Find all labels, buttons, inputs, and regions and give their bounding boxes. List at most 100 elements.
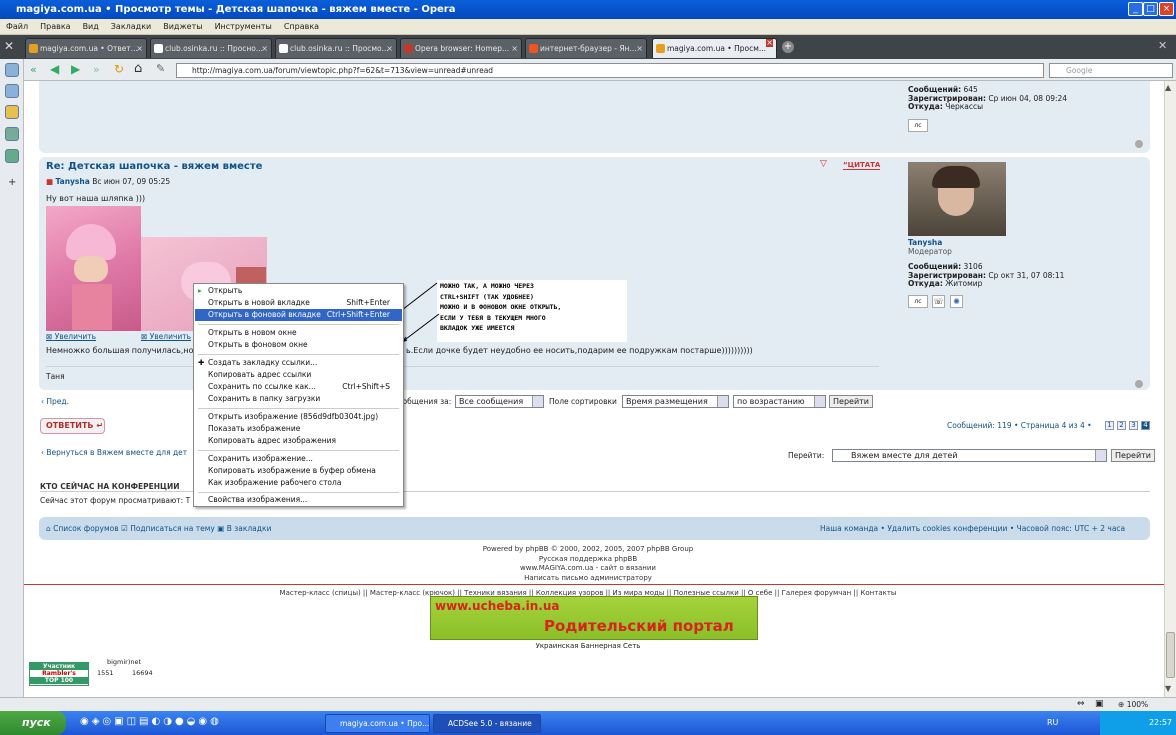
menu-item-open-background-tab[interactable]: Открыть в фоновой вкладке Ctrl+Shift+Ente… — [195, 309, 402, 321]
close-tab-icon[interactable]: × — [766, 39, 773, 47]
pm-button[interactable]: лс — [908, 119, 928, 132]
vertical-scrollbar[interactable] — [1164, 81, 1176, 698]
menu-item-copy-image-address[interactable]: Копировать адрес изображения — [195, 435, 402, 447]
zoom-link-1[interactable]: ⊠ Увеличить — [46, 332, 96, 341]
zoom-indicator[interactable]: ⊕ 100% — [1118, 698, 1148, 711]
tab-4[interactable]: Opera browser: Homep... × — [400, 38, 522, 58]
menu-item-copy-image[interactable]: Копировать изображение в буфер обмена — [195, 465, 402, 477]
back-to-forum-link[interactable]: ‹ Вернуться в Вяжем вместе для дет — [41, 448, 187, 457]
tab-6-active[interactable]: magiya.com.ua • Просм... × — [652, 38, 777, 58]
menu-item-open-background-window[interactable]: Открыть в фоновом окне — [195, 339, 402, 351]
menu-file[interactable]: Файл — [0, 19, 34, 34]
menu-tools[interactable]: Инструменты — [209, 19, 278, 34]
reload-icon[interactable]: ↻ — [114, 62, 124, 76]
widgets-panel-icon[interactable] — [5, 84, 19, 98]
new-tab-icon[interactable]: + — [782, 41, 794, 53]
menu-item-copy-link[interactable]: Копировать адрес ссылки — [195, 369, 402, 381]
scrollbar-thumb[interactable] — [1166, 632, 1175, 678]
menu-item-open-image[interactable]: Открыть изображение (856d9dfb0304t.jpg) — [195, 411, 402, 423]
subscribe-link[interactable]: Подписаться на тему — [130, 524, 215, 533]
back-to-top-icon[interactable] — [1135, 140, 1143, 148]
page-link[interactable]: 1 — [1105, 421, 1114, 430]
post-title[interactable]: Re: Детская шапочка - вяжем вместе — [46, 161, 262, 172]
edit-icon[interactable]: ✎ — [156, 62, 165, 75]
back-icon[interactable]: ◀ — [50, 62, 59, 76]
tab-3[interactable]: club.osinka.ru :: Просмо... × — [275, 38, 397, 58]
notes-panel-icon[interactable] — [5, 105, 19, 119]
minimize-button[interactable]: _ — [1128, 2, 1143, 16]
menu-item-open[interactable]: ▸ Открыть — [195, 285, 402, 297]
sort-go-button[interactable]: Перейти — [829, 395, 873, 408]
credit-line[interactable]: Написать письмо администратору — [0, 574, 1176, 584]
menu-widgets[interactable]: Виджеты — [157, 19, 208, 34]
fast-forward-icon[interactable]: » — [93, 63, 100, 76]
profile-username[interactable]: Tanysha — [908, 238, 942, 247]
home-icon[interactable]: ⌂ — [134, 61, 142, 76]
zoom-link-2[interactable]: ⊠ Увеличить — [141, 332, 191, 341]
rewind-icon[interactable]: « — [30, 63, 37, 76]
address-field[interactable]: http://magiya.com.ua/forum/viewtopic.php… — [176, 63, 1044, 78]
back-to-top-icon[interactable] — [1135, 380, 1143, 388]
bookmarks-panel-icon[interactable] — [5, 63, 19, 77]
page-link[interactable]: 3 — [1129, 421, 1138, 430]
close-window-button[interactable]: × — [1159, 2, 1174, 16]
credit-line[interactable]: www.MAGIYA.com.ua - сайт о вязании — [0, 564, 1176, 574]
website-icon[interactable]: ✺ — [950, 295, 963, 308]
transfers-panel-icon[interactable] — [5, 127, 19, 141]
delete-cookies-link[interactable]: Удалить cookies конференции — [887, 524, 1007, 533]
contact-icon[interactable]: ☏ — [932, 295, 945, 308]
order-select[interactable]: по возрастанию — [733, 395, 826, 408]
close-tab-icon[interactable]: × — [136, 39, 143, 58]
tools-icon[interactable]: ✕ — [4, 39, 20, 55]
taskbar-item-opera[interactable]: magiya.com.ua • Про... — [325, 714, 430, 733]
menu-item-open-new-tab[interactable]: Открыть в новой вкладке Shift+Enter — [195, 297, 402, 309]
prev-topic-link[interactable]: ‹ Пред. — [41, 397, 69, 406]
bigmir-counter[interactable]: bigmir)net 1551 16694 — [94, 658, 154, 680]
search-field[interactable]: Google — [1049, 63, 1173, 78]
taskbar-item-acdsee[interactable]: ACDSee 5.0 - вязание — [433, 714, 541, 733]
banner-network[interactable]: Украинская Баннерная Сеть — [0, 642, 1176, 650]
user-avatar[interactable] — [908, 162, 1006, 236]
menu-bookmarks[interactable]: Закладки — [105, 19, 157, 34]
fit-width-icon[interactable]: ⇔ — [1077, 698, 1085, 711]
menu-item-open-new-window[interactable]: Открыть в новом окне — [195, 327, 402, 339]
maximize-button[interactable]: □ — [1143, 2, 1158, 16]
pm-button[interactable]: лс — [908, 295, 928, 308]
jump-go-button[interactable]: Перейти — [1111, 449, 1155, 462]
photo-girl-hat-1[interactable] — [46, 206, 141, 331]
view-mode-icon[interactable]: ▣ — [1095, 698, 1104, 711]
tab-2[interactable]: club.osinka.ru :: Просно... × — [150, 38, 272, 58]
close-tab-icon[interactable]: × — [511, 39, 518, 58]
bookmark-link[interactable]: В закладки — [227, 524, 272, 533]
menu-item-save-to-downloads[interactable]: Сохранить в папку загрузки — [195, 393, 402, 405]
quick-launch[interactable]: ◉◈◎▣◫▤◐◑●◒◉◍ — [80, 716, 222, 727]
menu-view[interactable]: Вид — [77, 19, 105, 34]
banner-ad[interactable]: www.ucheba.in.ua Родительский портал — [430, 596, 758, 640]
menu-item-bookmark-link[interactable]: ✚ Создать закладку ссылки... — [195, 357, 402, 369]
forward-icon[interactable]: ▶ — [71, 62, 80, 76]
scroll-down-icon[interactable]: ▼ — [1165, 684, 1171, 693]
menu-item-set-wallpaper[interactable]: Как изображение рабочего стола — [195, 477, 402, 489]
team-link[interactable]: Наша команда — [820, 524, 878, 533]
quote-button[interactable]: “ЦИТАТА — [843, 161, 881, 170]
menu-item-save-link-as[interactable]: Сохранить по ссылке как... Ctrl+Shift+S — [195, 381, 402, 393]
menu-help[interactable]: Справка — [278, 19, 325, 34]
jump-select[interactable]: Вяжем вместе для детей — [832, 449, 1107, 462]
scroll-up-icon[interactable]: ▲ — [1165, 83, 1171, 92]
report-icon[interactable]: ▽ — [820, 159, 827, 169]
menu-item-save-image[interactable]: Сохранить изображение... — [195, 453, 402, 465]
language-indicator[interactable]: RU — [1047, 718, 1058, 727]
add-panel-icon[interactable]: + — [8, 177, 16, 188]
close-tab-icon[interactable]: × — [261, 39, 268, 58]
tab-5[interactable]: интернет-браузер - Ян... × — [525, 38, 647, 58]
forum-index-link[interactable]: Список форумов — [53, 524, 119, 533]
post-author[interactable]: Tanysha — [55, 177, 89, 186]
rambler-counter[interactable]: Участник Rambler's TOP 100 — [29, 662, 89, 686]
sort-select[interactable]: Время размещения — [622, 395, 729, 408]
menu-item-show-image[interactable]: Показать изображение — [195, 423, 402, 435]
close-tab-icon[interactable]: × — [636, 39, 643, 58]
start-button[interactable]: пуск — [0, 711, 66, 735]
show-select[interactable]: Все сообщения — [455, 395, 544, 408]
menu-edit[interactable]: Правка — [34, 19, 76, 34]
menu-item-image-properties[interactable]: Свойства изображения... — [195, 494, 402, 506]
